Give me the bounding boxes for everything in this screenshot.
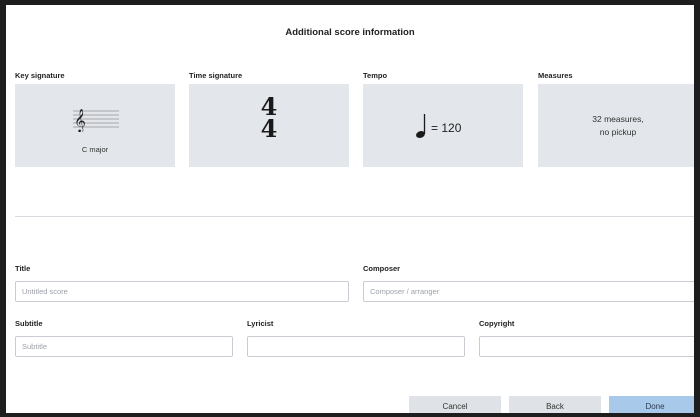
tempo-label: Tempo	[363, 71, 388, 80]
time-signature-label: Time signature	[189, 71, 243, 80]
measures-card[interactable]: 32 measures, no pickup	[538, 84, 694, 167]
copyright-input[interactable]	[479, 336, 694, 357]
composer-input[interactable]	[363, 281, 694, 302]
title-input[interactable]	[15, 281, 349, 302]
dialog-title: Additional score information	[285, 27, 415, 38]
treble-clef-staff-icon: 𝄞	[73, 108, 119, 132]
lyricist-label: Lyricist	[247, 319, 274, 328]
copyright-label: Copyright	[479, 319, 515, 328]
cancel-button[interactable]: Cancel	[409, 396, 501, 413]
measures-label: Measures	[538, 71, 573, 80]
time-signature-card[interactable]: 4 4	[189, 84, 349, 167]
score-info-dialog: Additional score information Key signatu…	[6, 5, 694, 413]
done-button[interactable]: Done	[609, 396, 694, 413]
lyricist-input[interactable]	[247, 336, 465, 357]
measures-value-line2: no pickup	[599, 127, 637, 137]
subtitle-label: Subtitle	[15, 319, 43, 328]
svg-text:𝄞: 𝄞	[74, 108, 86, 132]
tempo-card[interactable]: = 120	[363, 84, 523, 167]
section-divider	[15, 216, 694, 217]
back-button[interactable]: Back	[509, 396, 601, 413]
title-label: Title	[15, 264, 31, 273]
key-signature-card[interactable]: 𝄞 C major	[15, 84, 175, 167]
time-signature-denominator: 4	[260, 114, 278, 143]
quarter-note-icon	[416, 114, 426, 138]
key-signature-value: C major	[81, 145, 109, 154]
measures-value-line1: 32 measures,	[592, 114, 644, 124]
composer-label: Composer	[363, 264, 401, 273]
key-signature-label: Key signature	[15, 71, 65, 80]
subtitle-input[interactable]	[15, 336, 233, 357]
tempo-value: = 120	[431, 121, 462, 135]
